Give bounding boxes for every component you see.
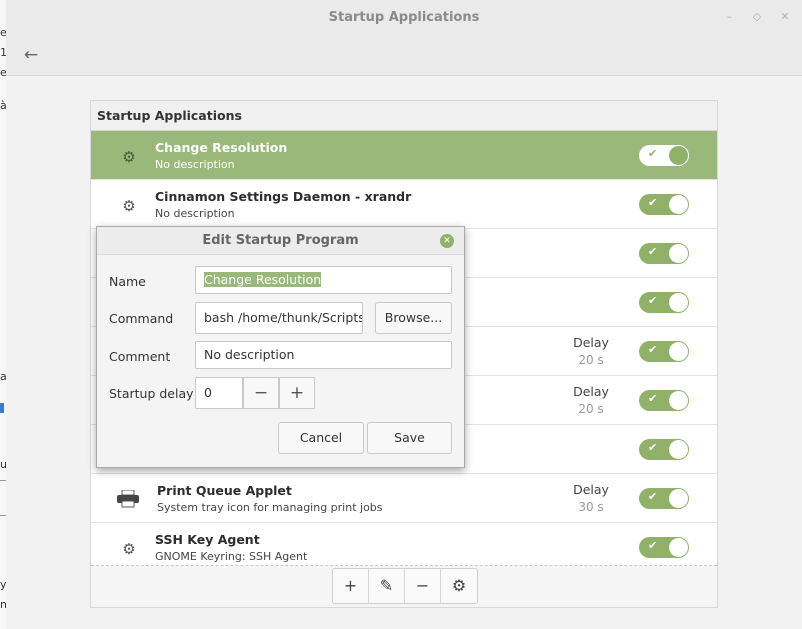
dialog-title: Edit Startup Program [97,227,464,255]
toggle-knob [669,440,688,459]
delay-value: 30 s [578,500,604,514]
back-button[interactable]: ← [18,42,44,68]
panel-heading: Startup Applications [91,101,717,131]
name-value: Change Resolution [204,272,322,287]
minimize-button[interactable]: – [720,8,738,26]
enable-toggle[interactable]: ✔ [639,292,689,313]
remove-button[interactable]: − [405,569,441,603]
toggle-knob [669,489,688,508]
command-label: Command [109,311,174,326]
check-icon: ✔ [648,539,658,552]
check-icon: ✔ [648,441,658,454]
name-label: Name [109,274,146,289]
enable-toggle[interactable]: ✔ [639,341,689,362]
close-icon: ✕ [443,236,451,246]
delay-label: Delay [573,335,609,350]
enable-toggle[interactable]: ✔ [639,243,689,264]
list-item[interactable]: ⚙ Change Resolution No description ✔ [91,131,717,180]
list-item[interactable]: ⚙ SSH Key Agent GNOME Keyring: SSH Agent… [91,523,717,565]
header-bar: ← [6,36,802,76]
app-name: Cinnamon Settings Daemon - xrandr [155,189,412,204]
toggle-knob [669,342,688,361]
startup-delay-input[interactable]: 0 [195,377,243,409]
browse-button[interactable]: Browse... [375,302,452,334]
restore-button[interactable]: ◇ [748,8,766,26]
command-field[interactable]: bash /home/thunk/Scripts/ [195,302,363,334]
toggle-knob [669,293,688,312]
toggle-knob [669,195,688,214]
check-icon: ✔ [648,392,658,405]
delay-label: Delay [573,482,609,497]
check-icon: ✔ [648,245,658,258]
app-name: SSH Key Agent [155,532,260,547]
enable-toggle[interactable]: ✔ [639,194,689,215]
name-field[interactable]: Change Resolution [195,266,452,294]
enable-toggle[interactable]: ✔ [639,488,689,509]
list-item[interactable]: Print Queue Applet System tray icon for … [91,474,717,523]
app-description: No description [155,207,235,220]
window-title: Startup Applications [328,10,480,25]
gear-icon: ⚙ [122,148,136,166]
enable-toggle[interactable]: ✔ [639,537,689,558]
check-icon: ✔ [648,294,658,307]
enable-toggle[interactable]: ✔ [639,390,689,411]
delay-value: 20 s [578,353,604,367]
app-description: System tray icon for managing print jobs [157,501,383,514]
app-description: GNOME Keyring: SSH Agent [155,550,308,563]
toggle-knob [669,146,688,165]
close-button[interactable]: ✕ [776,8,794,26]
check-icon: ✔ [648,490,658,503]
gear-icon: ⚙ [122,197,136,215]
app-name: Change Resolution [155,140,288,155]
app-description: No description [155,158,235,171]
increment-button[interactable]: + [279,377,315,409]
dialog-close-button[interactable]: ✕ [440,234,454,248]
delay-info: Delay 30 s [561,482,621,514]
gear-icon: ⚙ [122,540,136,558]
edit-button[interactable]: ✎ [369,569,405,603]
edit-startup-program-dialog: Edit Startup Program ✕ Name Change Resol… [96,226,465,468]
delay-value: 20 s [578,402,604,416]
delay-label: Delay [573,384,609,399]
startup-delay-label: Startup delay [109,386,194,401]
cancel-button[interactable]: Cancel [278,422,364,454]
check-icon: ✔ [648,147,658,160]
delay-info: Delay 20 s [561,384,621,416]
settings-button[interactable]: ⚙ [441,569,477,603]
toggle-knob [669,244,688,263]
enable-toggle[interactable]: ✔ [639,145,689,166]
enable-toggle[interactable]: ✔ [639,439,689,460]
toggle-knob [669,391,688,410]
printer-icon [117,489,139,510]
app-name: Print Queue Applet [157,483,292,498]
list-item[interactable]: ⚙ Cinnamon Settings Daemon - xrandr No d… [91,180,717,229]
decrement-button[interactable]: − [243,377,279,409]
back-arrow-icon: ← [23,45,39,65]
comment-label: Comment [109,349,171,364]
toggle-knob [669,538,688,557]
comment-field[interactable]: No description [195,341,452,369]
titlebar: Startup Applications – ◇ ✕ [6,0,802,36]
add-button[interactable]: + [333,569,369,603]
save-button[interactable]: Save [367,422,452,454]
list-toolbar: + ✎ − ⚙ [332,568,478,604]
delay-info: Delay 20 s [561,335,621,367]
check-icon: ✔ [648,196,658,209]
check-icon: ✔ [648,343,658,356]
